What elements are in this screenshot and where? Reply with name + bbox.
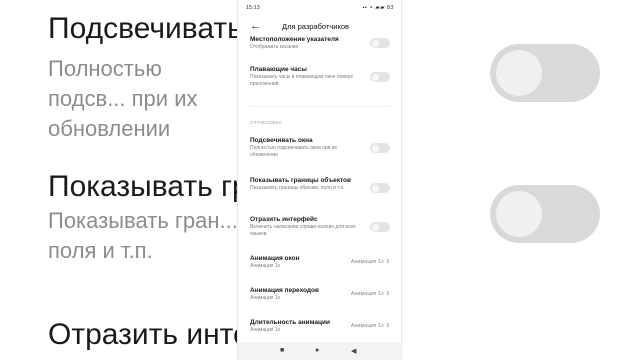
setting-show-layout-bounds[interactable]: Показывать границы объектов Показывать г…: [250, 177, 390, 193]
setting-value[interactable]: Анимация 1x ⇕: [351, 291, 390, 297]
toggle-switch[interactable]: [370, 183, 390, 193]
setting-subtitle: Анимация 1x: [250, 327, 281, 333]
value-label: Анимация 1x: [350, 259, 384, 265]
value-label: Анимация 1x: [350, 291, 384, 297]
setting-subtitle: Анимация 1x: [250, 263, 281, 269]
value-label: Анимация 1x: [350, 323, 384, 329]
setting-title: Подсвечивать окна: [250, 137, 313, 144]
status-bar: 15:13 ▪▪ ◓ ▰▰ 83: [238, 0, 401, 14]
setting-subtitle: Показывать часы в плавающем окне поверх …: [250, 74, 353, 87]
setting-value[interactable]: Анимация 1x ⇕: [351, 259, 390, 265]
setting-rtl-layout[interactable]: Отразить интерфейс Включить написание сп…: [250, 216, 390, 237]
setting-transition-animation[interactable]: Анимация переходов Анимация 1x Анимация …: [250, 287, 390, 302]
status-icons: ▪▪ ◓ ▰▰ 83: [362, 5, 394, 11]
bg-title-1: Подсвечивать: [48, 12, 243, 45]
setting-subtitle: Показывать границы обрезки, поля и т.п.: [250, 185, 345, 191]
bg-sub-1: Полностью подсв... при их обновлении: [48, 56, 198, 141]
back-icon[interactable]: ◀: [351, 347, 356, 355]
divider: [250, 106, 390, 107]
setting-highlight-windows[interactable]: Подсвечивать окна Полностью подсвечивать…: [250, 137, 390, 158]
chevron-updown-icon: ⇕: [385, 291, 390, 297]
home-icon[interactable]: ●: [315, 347, 319, 354]
setting-value[interactable]: Анимация 1x ⇕: [351, 323, 390, 329]
section-header: ОТРИСОВКА: [250, 121, 283, 126]
status-time: 15:13: [246, 5, 260, 11]
bg-toggle-2: [490, 185, 600, 243]
toggle-switch[interactable]: [370, 222, 390, 232]
recents-icon[interactable]: ■: [280, 347, 284, 354]
arrow-left-icon[interactable]: ←: [250, 20, 261, 32]
setting-window-animation[interactable]: Анимация окон Анимация 1x Анимация 1x ⇕: [250, 255, 390, 270]
setting-subtitle: Полностью подсвечивать окна при их обнов…: [250, 145, 338, 158]
setting-subtitle: Включить написание справа налево для все…: [250, 224, 356, 237]
phone-screen: 15:13 ▪▪ ◓ ▰▰ 83 ← Для разработчиков Мес…: [238, 0, 401, 360]
setting-title: Местоположение указателя: [250, 36, 339, 43]
setting-title: Отразить интерфейс: [250, 216, 318, 223]
setting-animation-duration[interactable]: Длительность анимации Анимация 1x Анимац…: [250, 319, 390, 334]
chevron-updown-icon: ⇕: [385, 259, 390, 265]
page-title: Для разработчиков: [282, 22, 349, 31]
setting-floating-clock[interactable]: Плавающие часы Показывать часы в плавающ…: [250, 66, 390, 87]
setting-subtitle: Анимация 1x: [250, 295, 281, 301]
toggle-switch[interactable]: [370, 72, 390, 82]
bg-sub-2: Показывать гран... поля и т.п.: [48, 208, 238, 263]
setting-subtitle: Отображать касания: [250, 44, 299, 50]
toggle-switch[interactable]: [370, 38, 390, 48]
setting-title: Показывать границы объектов: [250, 177, 352, 184]
chevron-updown-icon: ⇕: [385, 323, 390, 329]
navigation-bar: ■ ● ◀: [238, 342, 401, 360]
toggle-switch[interactable]: [370, 143, 390, 153]
setting-pointer-location[interactable]: Местоположение указателя Отображать каса…: [250, 36, 390, 51]
setting-title: Плавающие часы: [250, 66, 307, 73]
bg-toggle-1: [490, 44, 600, 102]
